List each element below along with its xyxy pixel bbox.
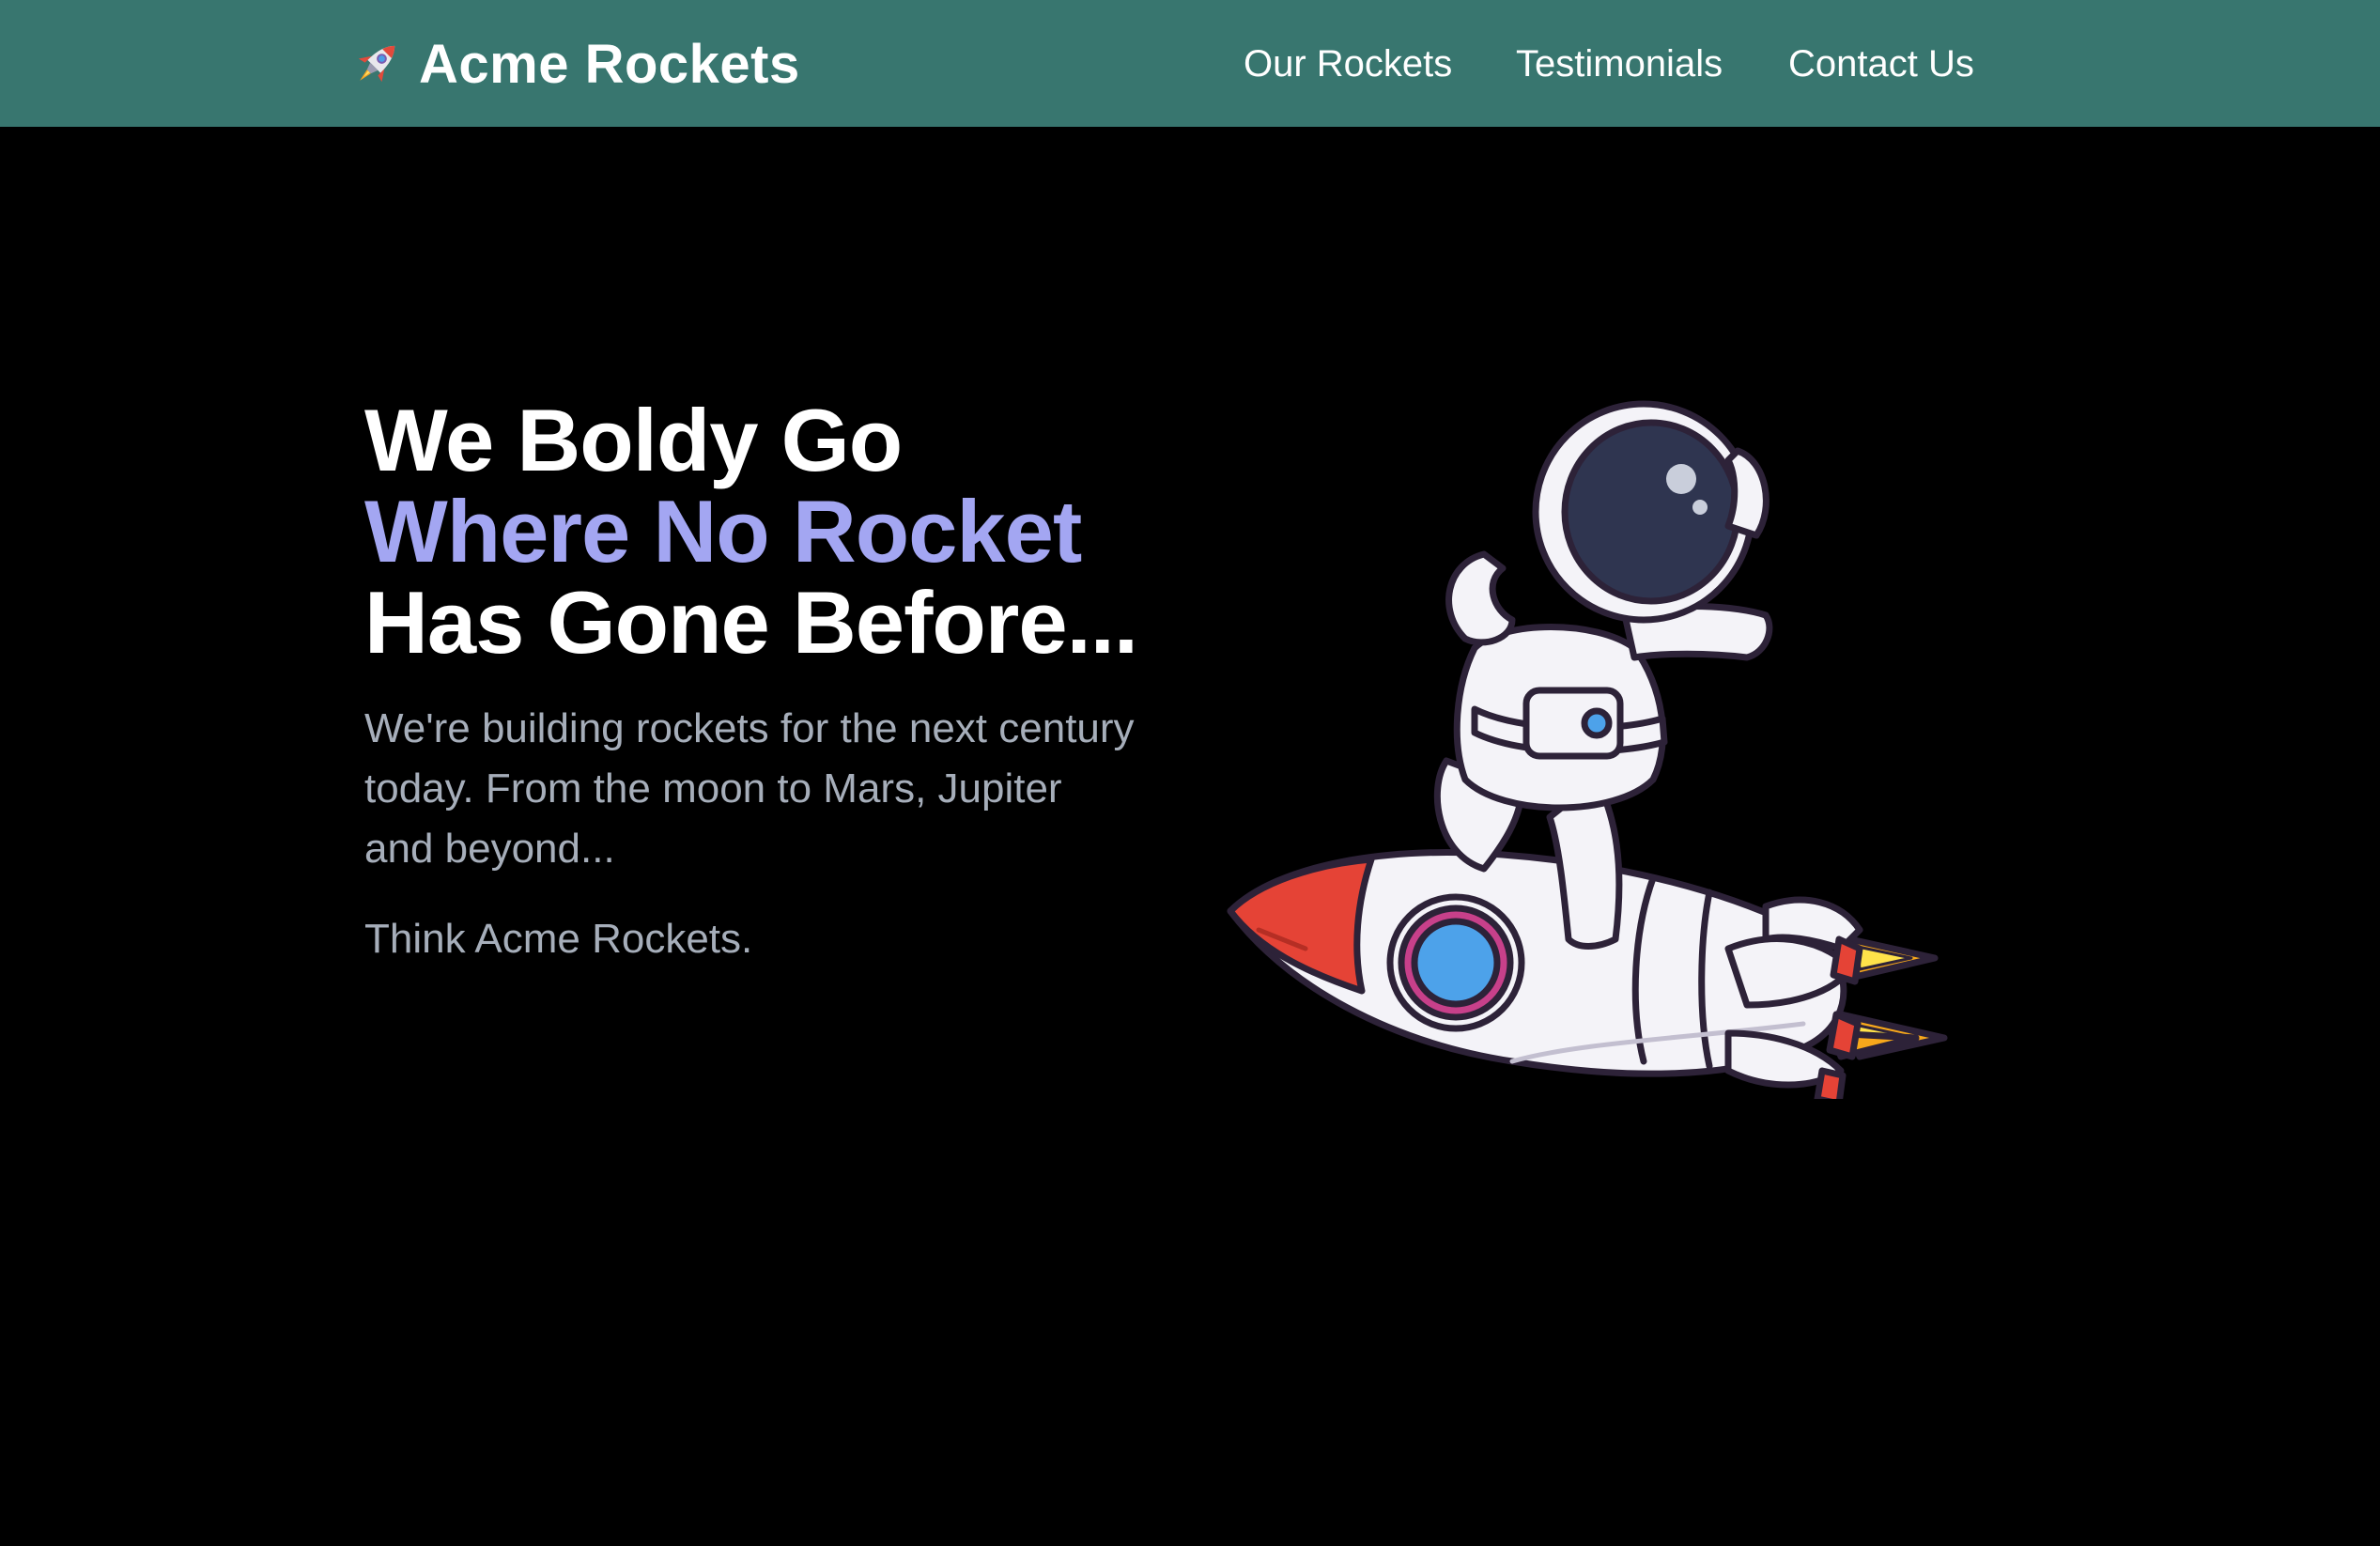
rocket-icon <box>358 45 395 83</box>
astronaut <box>1433 400 1773 950</box>
hero-headline: We Boldy Go Where No Rocket Has Gone Bef… <box>364 391 1138 672</box>
hero-section <box>0 127 2380 1546</box>
site-header: Acme Rockets Our Rockets Testimonials Co… <box>0 0 2380 127</box>
headline-line-1: We Boldy Go <box>364 391 903 489</box>
headline-line-3: Has Gone Before... <box>364 573 1138 672</box>
nav-contact-us[interactable]: Contact Us <box>1788 38 1974 90</box>
brand-link[interactable]: Acme Rockets <box>348 28 800 100</box>
rocket-body <box>1227 849 1863 1099</box>
headline-line-2: Where No Rocket <box>364 482 1082 580</box>
brand-name: Acme Rockets <box>419 33 800 95</box>
nav-testimonials[interactable]: Testimonials <box>1516 38 1723 90</box>
main-nav: Our Rockets Testimonials Contact Us <box>1244 38 1976 90</box>
nav-our-rockets[interactable]: Our Rockets <box>1244 38 1452 90</box>
hero-tagline: Think Acme Rockets. <box>364 916 753 962</box>
astronaut-rocket-illustration <box>1227 400 1948 1099</box>
hero-lead-text: We're building rockets for the next cent… <box>364 705 1135 872</box>
